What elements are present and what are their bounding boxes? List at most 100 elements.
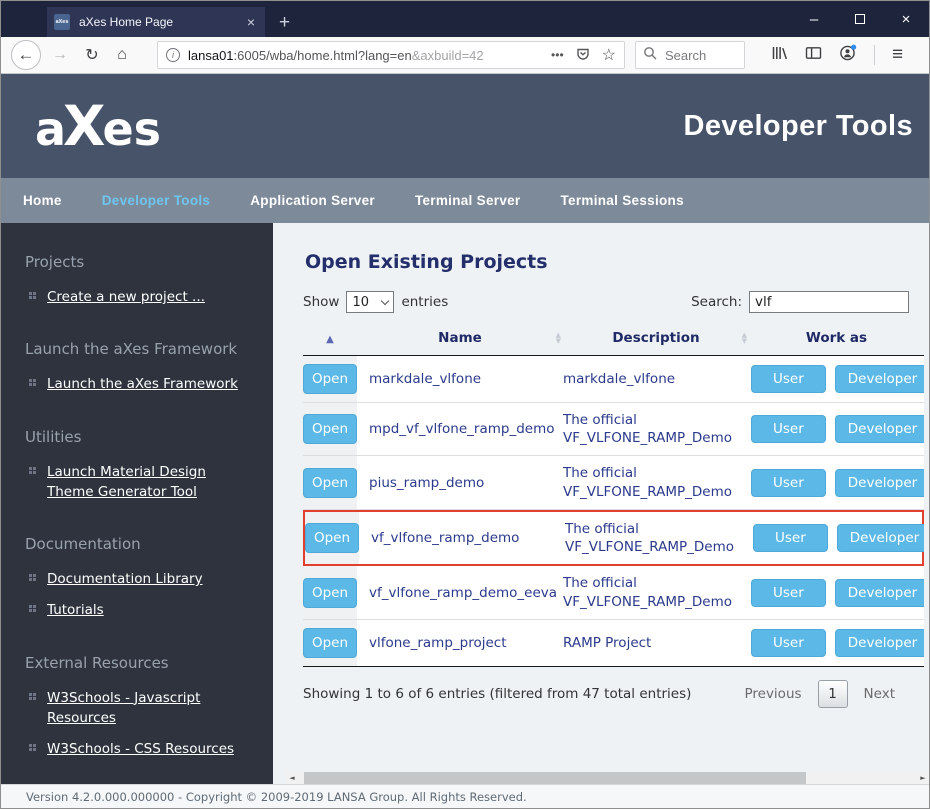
nav-item-home[interactable]: Home bbox=[3, 193, 82, 208]
sidebar-heading-utilities: Utilities bbox=[25, 428, 253, 446]
sidebar-item-w3schools-js[interactable]: W3Schools - Javascript Resources bbox=[25, 688, 253, 729]
column-header-workas[interactable]: Work as▲▼ bbox=[749, 330, 924, 346]
next-button[interactable]: Next bbox=[864, 686, 895, 702]
browser-tab[interactable]: aXes aXes Home Page × bbox=[47, 7, 265, 37]
sidebar-item-material-theme-tool[interactable]: Launch Material Design Theme Generator T… bbox=[25, 462, 253, 503]
section-title: Open Existing Projects bbox=[305, 251, 929, 273]
scroll-left-icon[interactable]: ◄ bbox=[286, 772, 298, 784]
developer-button[interactable]: Developer bbox=[835, 415, 924, 443]
main-panel: Open Existing Projects Show 10 entries S… bbox=[273, 223, 929, 784]
account-icon[interactable] bbox=[839, 44, 857, 66]
sidebar-item-documentation-library[interactable]: Documentation Library bbox=[25, 569, 253, 589]
sort-ascending-icon: ▲ bbox=[326, 334, 334, 345]
sidebar: Projects Create a new project ... Launch… bbox=[1, 223, 273, 784]
column-header-name[interactable]: Name▲▼ bbox=[357, 330, 563, 346]
url-bar[interactable]: i lansa01:6005/wba/home.html?lang=en&axb… bbox=[157, 41, 625, 69]
reload-button[interactable]: ↻ bbox=[77, 41, 107, 69]
minimize-button[interactable]: – bbox=[791, 1, 837, 37]
bullet-dots-icon bbox=[29, 292, 32, 295]
user-button[interactable]: User bbox=[751, 469, 826, 497]
developer-button[interactable]: Developer bbox=[837, 524, 924, 552]
forward-button[interactable]: → bbox=[45, 41, 75, 69]
library-icon[interactable] bbox=[771, 45, 788, 66]
table-row: Open pius_ramp_demo The official VF_VLFO… bbox=[303, 456, 924, 509]
user-button[interactable]: User bbox=[751, 629, 826, 657]
search-icon bbox=[643, 46, 657, 65]
column-header-description[interactable]: Description▲▼ bbox=[563, 330, 749, 346]
developer-button[interactable]: Developer bbox=[835, 629, 924, 657]
column-header-sorted[interactable]: ▲ bbox=[303, 330, 357, 346]
nav-item-terminal-sessions[interactable]: Terminal Sessions bbox=[541, 193, 704, 208]
nav-item-application-server[interactable]: Application Server bbox=[230, 193, 395, 208]
developer-button[interactable]: Developer bbox=[835, 365, 924, 393]
open-button[interactable]: Open bbox=[303, 468, 357, 498]
browser-toolbar: ← → ↻ ⌂ i lansa01:6005/wba/home.html?lan… bbox=[1, 37, 929, 74]
version-footer: Version 4.2.0.000.000000 - Copyright © 2… bbox=[1, 784, 929, 808]
previous-button[interactable]: Previous bbox=[744, 686, 801, 702]
maximize-icon bbox=[855, 14, 865, 24]
table-row: Open markdale_vlfone markdale_vlfone Use… bbox=[303, 356, 924, 403]
sidebars-icon[interactable] bbox=[805, 45, 822, 66]
project-name: mpd_vf_vlfone_ramp_demo bbox=[357, 403, 563, 455]
sort-icons: ▲▼ bbox=[742, 332, 747, 344]
project-description: markdale_vlfone bbox=[563, 356, 749, 402]
project-name: pius_ramp_demo bbox=[357, 456, 563, 508]
back-button[interactable]: ← bbox=[11, 40, 41, 70]
user-button[interactable]: User bbox=[753, 524, 828, 552]
table-search-input[interactable] bbox=[749, 291, 909, 313]
nav-item-developer-tools[interactable]: Developer Tools bbox=[82, 193, 231, 208]
sidebar-item-tutorials[interactable]: Tutorials bbox=[25, 600, 253, 620]
bullet-dots-icon bbox=[29, 605, 32, 608]
user-button[interactable]: User bbox=[751, 579, 826, 607]
user-button[interactable]: User bbox=[751, 415, 826, 443]
scroll-right-icon[interactable]: ► bbox=[917, 772, 929, 784]
pagination: Previous 1 Next bbox=[744, 680, 895, 708]
new-tab-button[interactable]: + bbox=[279, 13, 290, 32]
maximize-button[interactable] bbox=[837, 1, 883, 37]
main-nav: Home Developer Tools Application Server … bbox=[1, 178, 929, 223]
project-description: RAMP Project bbox=[563, 620, 749, 666]
browser-search-input[interactable] bbox=[663, 47, 727, 64]
project-description: The official VF_VLFONE_RAMP_Demo bbox=[563, 456, 749, 508]
sidebar-item-create-project[interactable]: Create a new project ... bbox=[25, 287, 253, 307]
scrollbar-thumb[interactable] bbox=[304, 772, 805, 784]
project-description: The official VF_VLFONE_RAMP_Demo bbox=[563, 566, 749, 618]
sidebar-item-launch-framework[interactable]: Launch the aXes Framework bbox=[25, 374, 253, 394]
pocket-icon[interactable] bbox=[575, 46, 591, 65]
developer-button[interactable]: Developer bbox=[835, 469, 924, 497]
browser-window: aXes aXes Home Page × + – × ← → ↻ ⌂ i la… bbox=[0, 0, 930, 809]
close-button[interactable]: × bbox=[883, 1, 929, 37]
horizontal-scrollbar[interactable]: ◄ ► bbox=[286, 772, 929, 784]
developer-button[interactable]: Developer bbox=[835, 579, 924, 607]
site-info-icon[interactable]: i bbox=[166, 48, 180, 62]
search-bar[interactable] bbox=[635, 41, 745, 69]
tab-favicon-icon: aXes bbox=[54, 14, 70, 30]
home-button[interactable]: ⌂ bbox=[107, 41, 137, 69]
nav-item-terminal-server[interactable]: Terminal Server bbox=[395, 193, 541, 208]
page-number-button[interactable]: 1 bbox=[818, 680, 848, 708]
open-button[interactable]: Open bbox=[303, 364, 357, 394]
projects-table: ▲ Name▲▼ Description▲▼ Work as▲▼ Open ma… bbox=[303, 323, 924, 667]
sidebar-item-w3schools-css[interactable]: W3Schools - CSS Resources bbox=[25, 739, 253, 759]
project-description: The official VF_VLFONE_RAMP_Demo bbox=[563, 403, 749, 455]
show-label: Show bbox=[303, 294, 339, 310]
open-button[interactable]: Open bbox=[303, 578, 357, 608]
open-button[interactable]: Open bbox=[303, 414, 357, 444]
menu-icon[interactable]: ≡ bbox=[892, 44, 903, 66]
show-entries-select[interactable]: 10 bbox=[346, 291, 394, 313]
sidebar-heading-projects: Projects bbox=[25, 253, 253, 271]
project-name: vf_vlfone_ramp_demo bbox=[359, 512, 565, 564]
tab-close-icon[interactable]: × bbox=[244, 15, 258, 29]
page-actions-icon[interactable]: ••• bbox=[551, 48, 564, 62]
url-text: lansa01:6005/wba/home.html?lang=en&axbui… bbox=[188, 48, 551, 63]
sort-icons: ▲▼ bbox=[556, 332, 561, 344]
open-button[interactable]: Open bbox=[305, 523, 359, 553]
titlebar: aXes aXes Home Page × + – × bbox=[1, 1, 929, 37]
project-name: markdale_vlfone bbox=[357, 356, 563, 402]
open-button[interactable]: Open bbox=[303, 628, 357, 658]
bookmark-star-icon[interactable]: ☆ bbox=[602, 45, 616, 65]
bullet-dots-icon bbox=[29, 693, 32, 696]
axes-logo: aXes bbox=[35, 99, 161, 154]
user-button[interactable]: User bbox=[751, 365, 826, 393]
scrollbar-track[interactable] bbox=[298, 772, 917, 784]
